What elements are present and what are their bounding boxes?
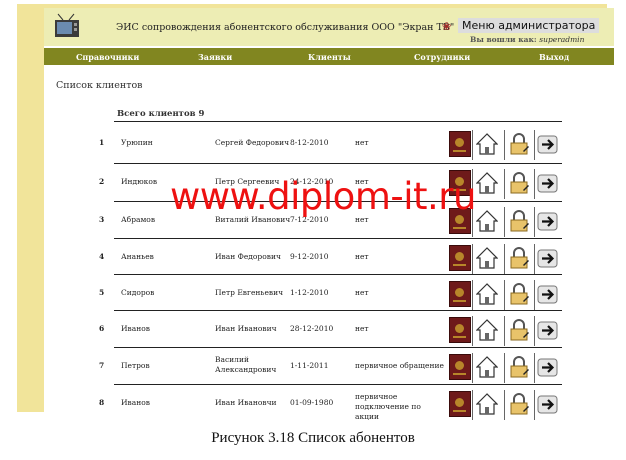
arrow-right-icon[interactable] [537, 319, 559, 343]
table-row: 8 Иванов Иван Ивановчи 01-09-1980 первич… [44, 386, 614, 423]
lock-icon[interactable] [508, 246, 530, 270]
row-last-name: Ананьев [121, 252, 154, 261]
lock-icon[interactable] [508, 132, 530, 156]
row-last-name: Индюков [121, 177, 158, 186]
table-row: 6 Иванов Иван Иванович 28-12-2010 нет [44, 312, 614, 349]
home-icon[interactable] [476, 209, 498, 233]
row-last-name: Петров [121, 361, 150, 370]
arrow-right-icon[interactable] [537, 210, 559, 234]
row-status: нет [355, 288, 369, 297]
row-number: 7 [99, 361, 105, 370]
row-divider [114, 384, 562, 385]
row-divider [114, 347, 562, 348]
home-icon[interactable] [476, 318, 498, 342]
home-icon[interactable] [476, 355, 498, 379]
table-row: 4 Ананьев Иван Федорович 9-12-2010 нет [44, 240, 614, 277]
lock-icon[interactable] [508, 392, 530, 416]
lock-icon[interactable] [508, 355, 530, 379]
passport-icon[interactable] [449, 281, 471, 307]
divider [534, 390, 535, 420]
divider [534, 316, 535, 346]
arrow-right-icon[interactable] [537, 283, 559, 307]
lock-icon[interactable] [508, 171, 530, 195]
table-row: 7 Петров Василий Александрович 1-11-2011… [44, 349, 614, 386]
divider [534, 169, 535, 199]
home-icon[interactable] [476, 132, 498, 156]
divider [472, 353, 473, 383]
row-status: первичное обращение [355, 361, 444, 370]
row-date: 1-11-2011 [290, 361, 329, 370]
row-number: 2 [99, 177, 105, 186]
arrow-right-icon[interactable] [537, 393, 559, 417]
row-number: 4 [99, 252, 105, 261]
row-last-name: Абрамов [121, 215, 156, 224]
home-icon[interactable] [476, 282, 498, 306]
passport-icon[interactable] [449, 317, 471, 343]
divider [504, 390, 505, 420]
home-icon[interactable] [476, 171, 498, 195]
divider [472, 130, 473, 160]
row-number: 1 [99, 138, 105, 147]
divider [534, 207, 535, 237]
row-divider [114, 163, 562, 164]
passport-icon[interactable] [449, 354, 471, 380]
row-last-name: Урюпин [121, 138, 153, 147]
row-status: первичное подключение по акции [355, 392, 421, 421]
row-first-name: Иван Федорович [215, 252, 281, 261]
divider [472, 390, 473, 420]
lock-icon[interactable] [508, 282, 530, 306]
passport-icon[interactable] [449, 245, 471, 271]
divider [504, 130, 505, 160]
row-date: 1-12-2010 [290, 288, 329, 297]
row-number: 5 [99, 288, 105, 297]
row-first-name: Иван Иванович [215, 324, 277, 333]
row-first-name: Сергей Федорович [215, 138, 290, 147]
row-status: нет [355, 324, 369, 333]
row-divider [114, 238, 562, 239]
arrow-right-icon[interactable] [537, 247, 559, 271]
table-row: 5 Сидоров Петр Евгеньевич 1-12-2010 нет [44, 276, 614, 313]
row-status: нет [355, 252, 369, 261]
divider [504, 280, 505, 310]
divider [534, 130, 535, 160]
arrow-right-icon[interactable] [537, 172, 559, 196]
row-status: нет [355, 138, 369, 147]
home-icon[interactable] [476, 246, 498, 270]
row-divider [114, 310, 562, 311]
figure-caption: Рисунок 3.18 Список абонентов [211, 430, 415, 446]
divider [472, 280, 473, 310]
row-date: 28-12-2010 [290, 324, 334, 333]
lock-icon[interactable] [508, 209, 530, 233]
row-date: 9-12-2010 [290, 252, 329, 261]
row-number: 6 [99, 324, 105, 333]
row-last-name: Иванов [121, 324, 150, 333]
divider [472, 316, 473, 346]
row-number: 8 [99, 398, 105, 407]
row-date: 01-09-1980 [290, 398, 334, 407]
divider [504, 169, 505, 199]
row-date: 8-12-2010 [290, 138, 329, 147]
passport-icon[interactable] [449, 391, 471, 417]
arrow-right-icon[interactable] [537, 133, 559, 157]
divider [504, 316, 505, 346]
divider [504, 353, 505, 383]
divider [472, 244, 473, 274]
table-row: 1 Урюпин Сергей Федорович 8-12-2010 нет [44, 126, 614, 163]
divider [534, 353, 535, 383]
row-last-name: Сидоров [121, 288, 155, 297]
divider [534, 280, 535, 310]
lock-icon[interactable] [508, 318, 530, 342]
divider [504, 207, 505, 237]
home-icon[interactable] [476, 392, 498, 416]
watermark: www.diplom-it.ru [170, 175, 476, 218]
row-number: 3 [99, 215, 105, 224]
divider [534, 244, 535, 274]
row-first-name: Петр Евгеньевич [215, 288, 284, 297]
row-first-name: Иван Ивановчи [215, 398, 277, 407]
divider [504, 244, 505, 274]
row-last-name: Иванов [121, 398, 150, 407]
row-divider [114, 274, 562, 275]
passport-icon[interactable] [449, 131, 471, 157]
arrow-right-icon[interactable] [537, 356, 559, 380]
